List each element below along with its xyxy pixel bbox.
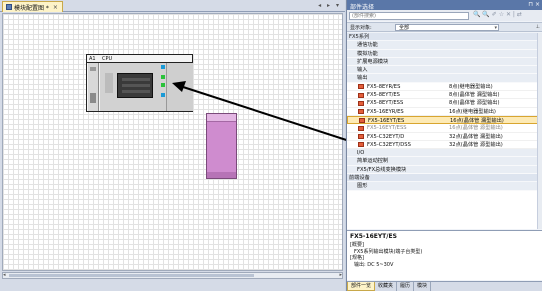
- part-item[interactable]: FX5-C32EYT/DSS 32点(晶体管 源型输出): [347, 140, 542, 150]
- cpu-body: [100, 63, 166, 111]
- panel-title-bar: 部件选择 ⊓ ×: [347, 0, 542, 11]
- cpu-led-panel: [105, 73, 113, 93]
- module-part-icon: [358, 142, 364, 148]
- part-item[interactable]: FX5-8EYR/ES 8点(继电器型输出): [347, 82, 542, 92]
- tree-subcategory[interactable]: FX5/FX总线变换模块: [347, 165, 542, 175]
- tree-subcategory[interactable]: 通信功能: [347, 41, 542, 50]
- pane-navigation-icons[interactable]: ◂ ▸ ▾: [318, 2, 341, 9]
- part-model-name: FX5-C32EYT/D: [367, 133, 405, 140]
- filter-row: 显示对象: 全部 ▾ ⊥: [347, 22, 542, 32]
- tab-parts-list[interactable]: 部件一览: [347, 282, 376, 291]
- parts-search-input[interactable]: [349, 12, 469, 20]
- part-model-name: FX5-8EYT/ES: [367, 92, 400, 99]
- tree-subcategory[interactable]: 输出: [347, 74, 542, 83]
- module-part-icon: [358, 125, 364, 131]
- module-configuration-pane: 模块配置图 * × ◂ ▸ ▾ A1 CPU ◂ ▸: [0, 0, 345, 291]
- part-item[interactable]: FX5-8EYT/ES 8点(晶体管 漏型输出): [347, 91, 542, 100]
- tree-subcategory[interactable]: I/O: [347, 149, 542, 158]
- document-tab-bar: 模块配置图 * × ◂ ▸ ▾: [0, 0, 345, 12]
- io-section: [161, 63, 193, 111]
- diagram-icon: [6, 4, 12, 10]
- module-part-icon: [358, 134, 364, 140]
- filter-value: 全部: [399, 25, 410, 31]
- module-top-band: [207, 114, 236, 122]
- parts-tree: FX5系列 通信功能 模拟功能 扩展电源模块 输入 输出 FX5-8EYR/ES 8点(继电器…: [347, 33, 542, 229]
- tree-category[interactable]: 前端设备: [347, 174, 542, 183]
- part-description: 16点(继电器型输出): [449, 108, 496, 115]
- tab-module-configuration[interactable]: 模块配置图 * ×: [2, 1, 63, 12]
- slot-a1-unit: [88, 63, 99, 111]
- part-model-name: FX5-8EYT/ESS: [367, 100, 404, 107]
- tree-subcategory[interactable]: 输入: [347, 66, 542, 75]
- vertical-scrollbar[interactable]: [537, 33, 542, 229]
- part-description: 32点(晶体管 漏型输出): [449, 133, 503, 140]
- dragged-output-module[interactable]: [206, 113, 237, 179]
- display-target-select[interactable]: 全部 ▾: [395, 24, 499, 31]
- tab-history[interactable]: 履历: [397, 282, 415, 291]
- part-model-name: FX5-8EYR/ES: [367, 83, 401, 90]
- parts-selection-panel: 部件选择 ⊓ × 🔍 🔍 ✐ ☆ ✕ | ⇄ 显示对象: 全部 ▾ ⊥ FX5系…: [346, 0, 542, 291]
- filter-label: 显示对象:: [350, 25, 372, 31]
- search-toolbar-icons[interactable]: 🔍 🔍 ✐ ☆ ✕ | ⇄: [473, 11, 522, 18]
- tree-category[interactable]: FX5系列: [347, 33, 542, 42]
- module-part-icon: [359, 118, 365, 124]
- part-description: 32点(晶体管 源型输出): [449, 141, 503, 148]
- pin-close-icon[interactable]: ⊓ ×: [528, 1, 540, 8]
- chevron-down-icon[interactable]: ▾: [494, 25, 497, 31]
- connector-icon: [161, 65, 165, 69]
- part-item[interactable]: FX5-16EYR/ES 16点(继电器型输出): [347, 107, 542, 116]
- tab-favorites[interactable]: 收藏夹: [375, 282, 398, 291]
- module-part-icon: [358, 92, 364, 98]
- module-part-icon: [358, 84, 364, 90]
- part-description: 8点(晶体管 源型输出): [449, 100, 500, 107]
- horizontal-scrollbar[interactable]: ◂ ▸: [2, 272, 343, 279]
- status-led-icon: [161, 75, 165, 79]
- part-description: 8点(晶体管 漏型输出): [449, 92, 500, 99]
- part-item[interactable]: FX5-16EYT/ES 16点(晶体管 漏型输出): [347, 115, 542, 125]
- cpu-terminal-cover: [117, 73, 153, 98]
- tree-subcategory[interactable]: 模拟功能: [347, 49, 542, 58]
- search-row: 🔍 🔍 ✐ ☆ ✕ | ⇄: [347, 10, 542, 21]
- tree-subcategory[interactable]: 简单运动控制: [347, 157, 542, 166]
- detail-spec-text: 输出: DC 5~30V: [354, 261, 394, 268]
- part-model-name: FX5-16EYT/ESS: [367, 125, 407, 132]
- part-description: 16点(晶体管 源型输出): [449, 125, 503, 132]
- status-led-icon: [161, 83, 165, 87]
- part-detail-panel: FX5-16EYT/ES [概要] FX5系列输出模块(端子台类型) [规格] …: [347, 230, 542, 280]
- tree-subcategory[interactable]: 图形: [347, 182, 542, 191]
- tab-modules[interactable]: 模块: [414, 282, 432, 291]
- tab-label: 模块配置图 *: [14, 4, 49, 12]
- part-item[interactable]: FX5-8EYT/ESS 8点(晶体管 源型输出): [347, 99, 542, 108]
- connector-icon: [161, 93, 165, 97]
- panel-bottom-tabs: 部件一览 收藏夹 履历 模块: [347, 281, 542, 291]
- scroll-right-icon[interactable]: ▸: [339, 272, 342, 278]
- part-description: 8点(继电器型输出): [449, 83, 493, 90]
- scroll-thumb[interactable]: [9, 274, 254, 277]
- tree-subcategory[interactable]: 扩展电源模块: [347, 57, 542, 67]
- part-model-name: FX5-16EYR/ES: [367, 108, 404, 115]
- scroll-left-icon[interactable]: ◂: [3, 272, 6, 278]
- part-item[interactable]: FX5-16EYT/ESS 16点(晶体管 源型输出): [347, 124, 542, 133]
- configuration-canvas[interactable]: A1 CPU: [2, 13, 343, 271]
- module-bottom-band: [207, 172, 236, 178]
- close-icon[interactable]: ×: [53, 4, 58, 11]
- module-part-icon: [358, 100, 364, 106]
- cpu-module[interactable]: A1 CPU: [86, 54, 193, 112]
- module-part-icon: [358, 109, 364, 115]
- collapse-icon[interactable]: ⊥: [536, 24, 540, 30]
- part-item[interactable]: FX5-C32EYT/D 32点(晶体管 漏型输出): [347, 132, 542, 141]
- detail-title: FX5-16EYT/ES: [350, 233, 397, 240]
- part-model-name: FX5-C32EYT/DSS: [367, 141, 411, 148]
